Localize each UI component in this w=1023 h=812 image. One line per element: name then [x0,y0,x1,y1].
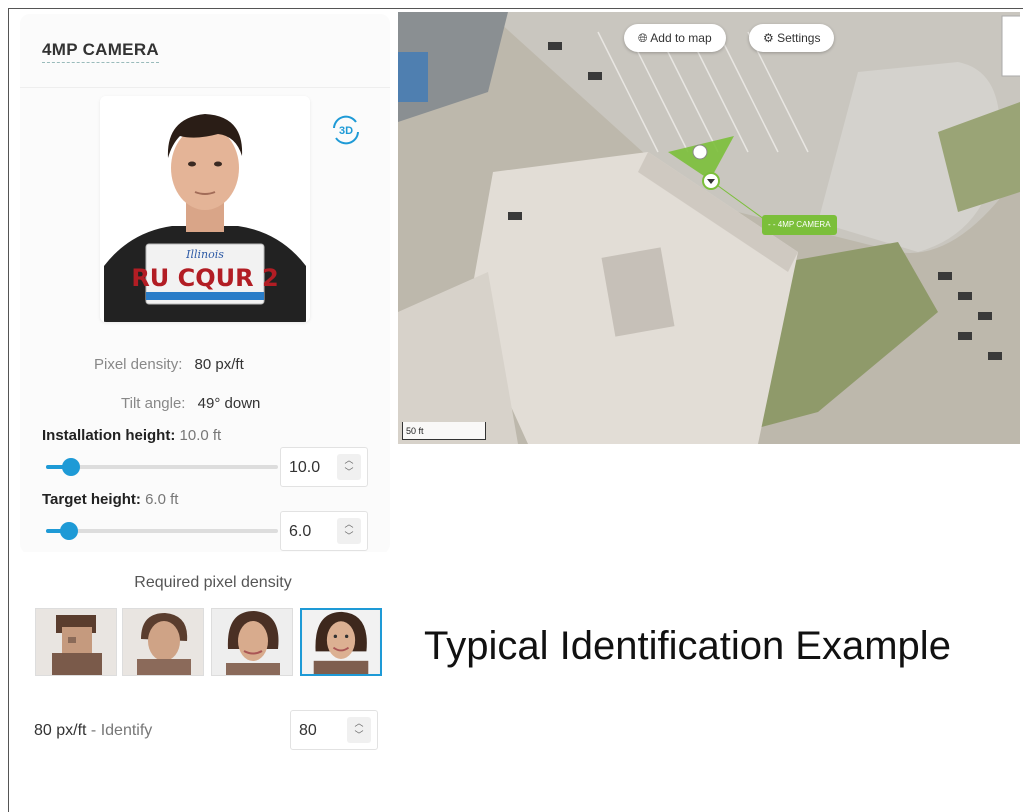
target-height-label: Target height: 6.0 ft [42,491,179,508]
density-option-3[interactable] [211,608,293,676]
density-title: Required pixel density [134,574,292,591]
map-scale: 50 ft [402,422,486,440]
tilt-angle-row: Tilt angle: 49° down [121,395,260,412]
globe-icon: 🌐︎ [638,31,648,45]
aerial-map-image [398,12,1020,444]
target-height-slider-thumb[interactable] [59,522,78,540]
pixel-density-value: 80 px/ft [194,356,244,373]
aerial-map[interactable]: 🌐︎ Add to map ⚙︎ Settings - - 4MP CAMERA… [398,12,1020,444]
density-caption: 80 px/ft - Identify [34,722,153,739]
camera-title[interactable]: 4MP CAMERA [42,40,159,63]
density-input[interactable]: 80 ︿ ﹀ [290,710,378,750]
installation-height-slider[interactable] [46,458,278,476]
density-panel: Required pixel density 80 px/ft - Identi… [18,552,408,767]
density-option-2[interactable] [122,608,204,676]
tilt-angle-label: Tilt angle: [121,395,186,412]
panel-header: 4MP CAMERA [20,14,390,88]
tilt-angle-value: 49° down [197,395,261,412]
target-height-stepper[interactable]: ︿ ﹀ [337,518,361,544]
density-option-1[interactable] [35,608,117,676]
pixel-density-label: Pixel density: [94,356,183,373]
installation-height-label: Installation height: 10.0 ft [42,427,222,444]
target-height-slider[interactable] [46,522,278,540]
map-camera-label[interactable]: - - 4MP CAMERA [762,215,837,235]
plate-number: RU CQUR 2 [131,264,278,292]
settings-button[interactable]: ⚙︎ Settings [749,24,835,52]
density-option-4-selected[interactable] [300,608,382,676]
3d-label: 3D [339,125,353,137]
camera-preview: Illinois RU CQUR 2 [100,96,310,322]
person-with-plate-image: Illinois RU CQUR 2 [100,96,310,322]
gear-icon: ⚙︎ [763,31,774,45]
3d-rotate-icon[interactable]: 3D [328,112,364,148]
installation-height-stepper[interactable]: ︿ ﹀ [337,454,361,480]
plate-state: Illinois [185,248,224,261]
installation-height-input[interactable]: 10.0 ︿ ﹀ [280,447,368,487]
density-stepper[interactable]: ︿ ﹀ [347,717,371,743]
add-to-map-button[interactable]: 🌐︎ Add to map [624,24,726,52]
target-height-input[interactable]: 6.0 ︿ ﹀ [280,511,368,551]
example-title: Typical Identification Example [424,624,951,668]
pixel-density-row: Pixel density: 80 px/ft [94,356,244,373]
